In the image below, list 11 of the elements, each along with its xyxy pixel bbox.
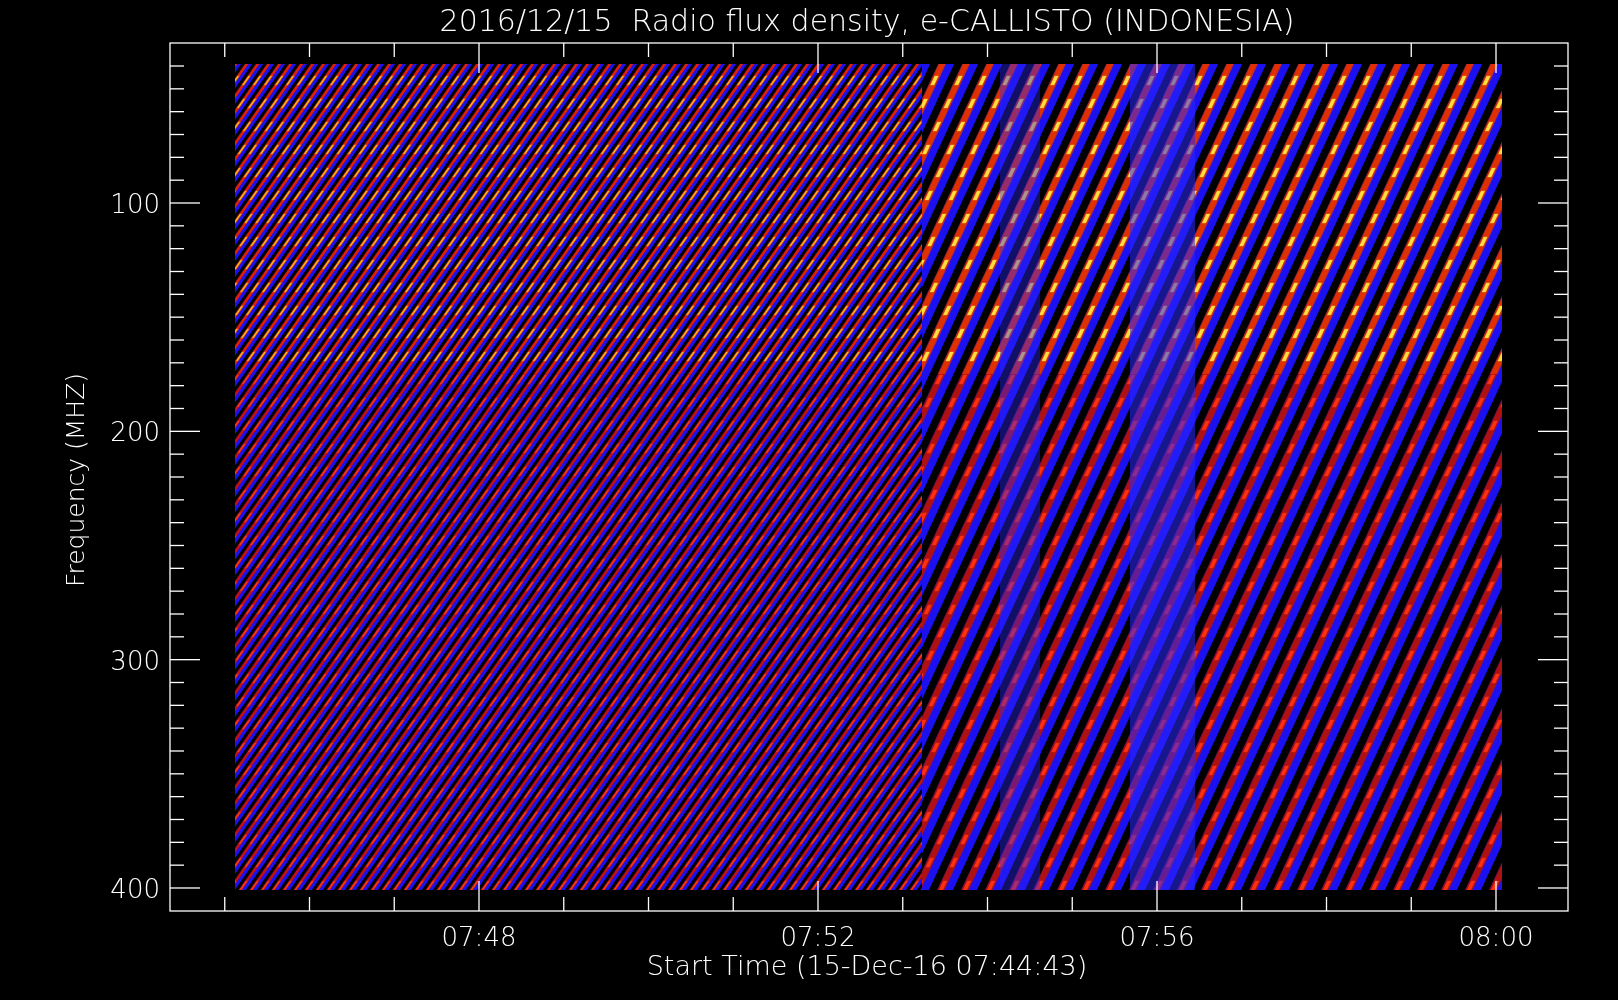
x-tick-label: 07:48	[441, 922, 517, 952]
y-tick-label: 400	[110, 874, 160, 904]
y-tick-label: 300	[110, 645, 160, 676]
y-tick-label: 100	[110, 189, 160, 219]
x-tick-label: 07:56	[1119, 922, 1195, 952]
x-tick-label: 07:52	[780, 922, 856, 952]
x-tick-label: 08:00	[1458, 922, 1534, 952]
x-axis-label: Start Time (15-Dec-16 07:44:43)	[646, 950, 1088, 981]
y-tick-label: 200	[110, 417, 160, 448]
chart-title: 2016/12/15 Radio flux density, e-CALLISTO (INDONESIA)	[439, 3, 1295, 38]
y-axis-label: Frequency (MHZ)	[61, 372, 90, 588]
